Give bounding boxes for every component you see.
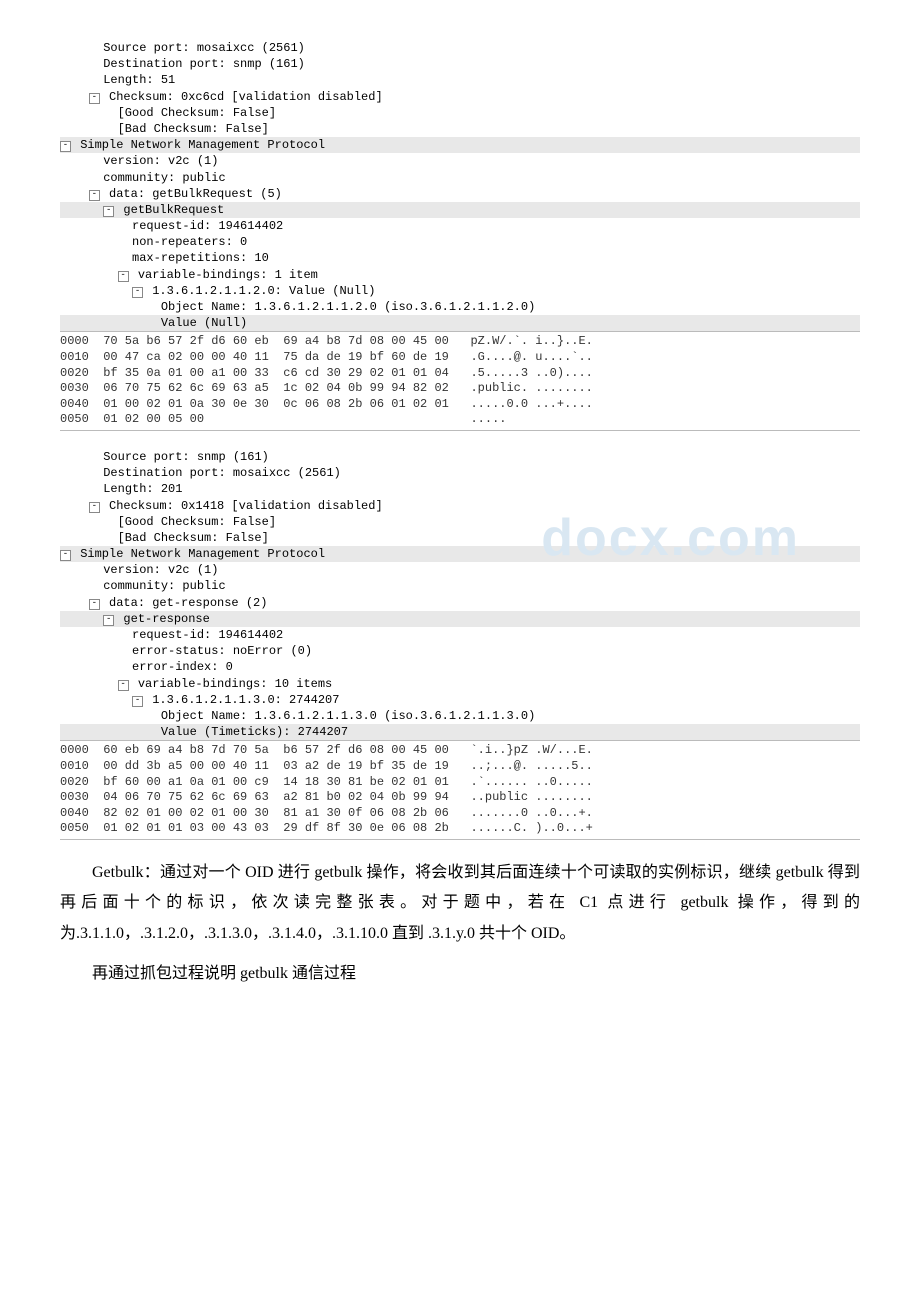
packet-capture-2: Source port: snmp (161) Destination port… [60, 449, 860, 840]
minus-icon[interactable]: - [118, 680, 129, 691]
p1-pdu: - getBulkRequest [60, 202, 860, 218]
p1-checksum: - Checksum: 0xc6cd [validation disabled] [60, 89, 860, 105]
p2-error-index: error-index: 0 [60, 659, 860, 675]
p2-community: community: public [60, 578, 860, 594]
p1-data: - data: getBulkRequest (5) [60, 186, 860, 202]
minus-icon[interactable]: - [89, 502, 100, 513]
p1-obj-name: Object Name: 1.3.6.1.2.1.1.2.0 (iso.3.6.… [60, 299, 860, 315]
minus-icon[interactable]: - [89, 599, 100, 610]
p1-request-id: request-id: 194614402 [60, 218, 860, 234]
p1-version: version: v2c (1) [60, 153, 860, 169]
p2-request-id: request-id: 194614402 [60, 627, 860, 643]
p1-varbind-hdr: - variable-bindings: 1 item [60, 267, 860, 283]
p2-checksum: - Checksum: 0x1418 [validation disabled] [60, 498, 860, 514]
minus-icon[interactable]: - [60, 141, 71, 152]
p2-error-status: error-status: noError (0) [60, 643, 860, 659]
paragraph-1: Getbulk：通过对一个 OID 进行 getbulk 操作，将会收到其后面连… [60, 858, 860, 949]
p2-dst-port: Destination port: mosaixcc (2561) [60, 465, 860, 481]
p2-good-chk: [Good Checksum: False] [60, 514, 860, 530]
minus-icon[interactable]: - [60, 550, 71, 561]
body-text: Getbulk：通过对一个 OID 进行 getbulk 操作，将会收到其后面连… [60, 858, 860, 990]
p1-value: Value (Null) [60, 315, 860, 331]
p2-version: version: v2c (1) [60, 562, 860, 578]
p2-bad-chk: [Bad Checksum: False] [60, 530, 860, 546]
p1-snmp-header: - Simple Network Management Protocol [60, 137, 860, 153]
p1-non-repeaters: non-repeaters: 0 [60, 234, 860, 250]
minus-icon[interactable]: - [89, 93, 100, 104]
minus-icon[interactable]: - [103, 206, 114, 217]
p2-value: Value (Timeticks): 2744207 [60, 724, 860, 740]
p2-data: - data: get-response (2) [60, 595, 860, 611]
minus-icon[interactable]: - [89, 190, 100, 201]
p2-src-port: Source port: snmp (161) [60, 449, 860, 465]
p1-bad-chk: [Bad Checksum: False] [60, 121, 860, 137]
p1-oid: - 1.3.6.1.2.1.1.2.0: Value (Null) [60, 283, 860, 299]
minus-icon[interactable]: - [132, 696, 143, 707]
minus-icon[interactable]: - [118, 271, 129, 282]
p2-length: Length: 201 [60, 481, 860, 497]
packet-capture-1: Source port: mosaixcc (2561) Destination… [60, 40, 860, 431]
p1-community: community: public [60, 170, 860, 186]
p1-hex-dump: 0000 70 5a b6 57 2f d6 60 eb 69 a4 b8 7d… [60, 331, 860, 431]
p2-oid: - 1.3.6.1.2.1.1.3.0: 2744207 [60, 692, 860, 708]
minus-icon[interactable]: - [103, 615, 114, 626]
paragraph-2: 再通过抓包过程说明 getbulk 通信过程 [60, 959, 860, 989]
p1-dst-port: Destination port: snmp (161) [60, 56, 860, 72]
p2-pdu: - get-response [60, 611, 860, 627]
p1-good-chk: [Good Checksum: False] [60, 105, 860, 121]
p2-obj-name: Object Name: 1.3.6.1.2.1.1.3.0 (iso.3.6.… [60, 708, 860, 724]
minus-icon[interactable]: - [132, 287, 143, 298]
p1-length: Length: 51 [60, 72, 860, 88]
p1-src-port: Source port: mosaixcc (2561) [60, 40, 860, 56]
p2-varbind-hdr: - variable-bindings: 10 items [60, 676, 860, 692]
p2-snmp-header: - Simple Network Management Protocol [60, 546, 860, 562]
p2-hex-dump: 0000 60 eb 69 a4 b8 7d 70 5a b6 57 2f d6… [60, 740, 860, 840]
p1-max-repetitions: max-repetitions: 10 [60, 250, 860, 266]
